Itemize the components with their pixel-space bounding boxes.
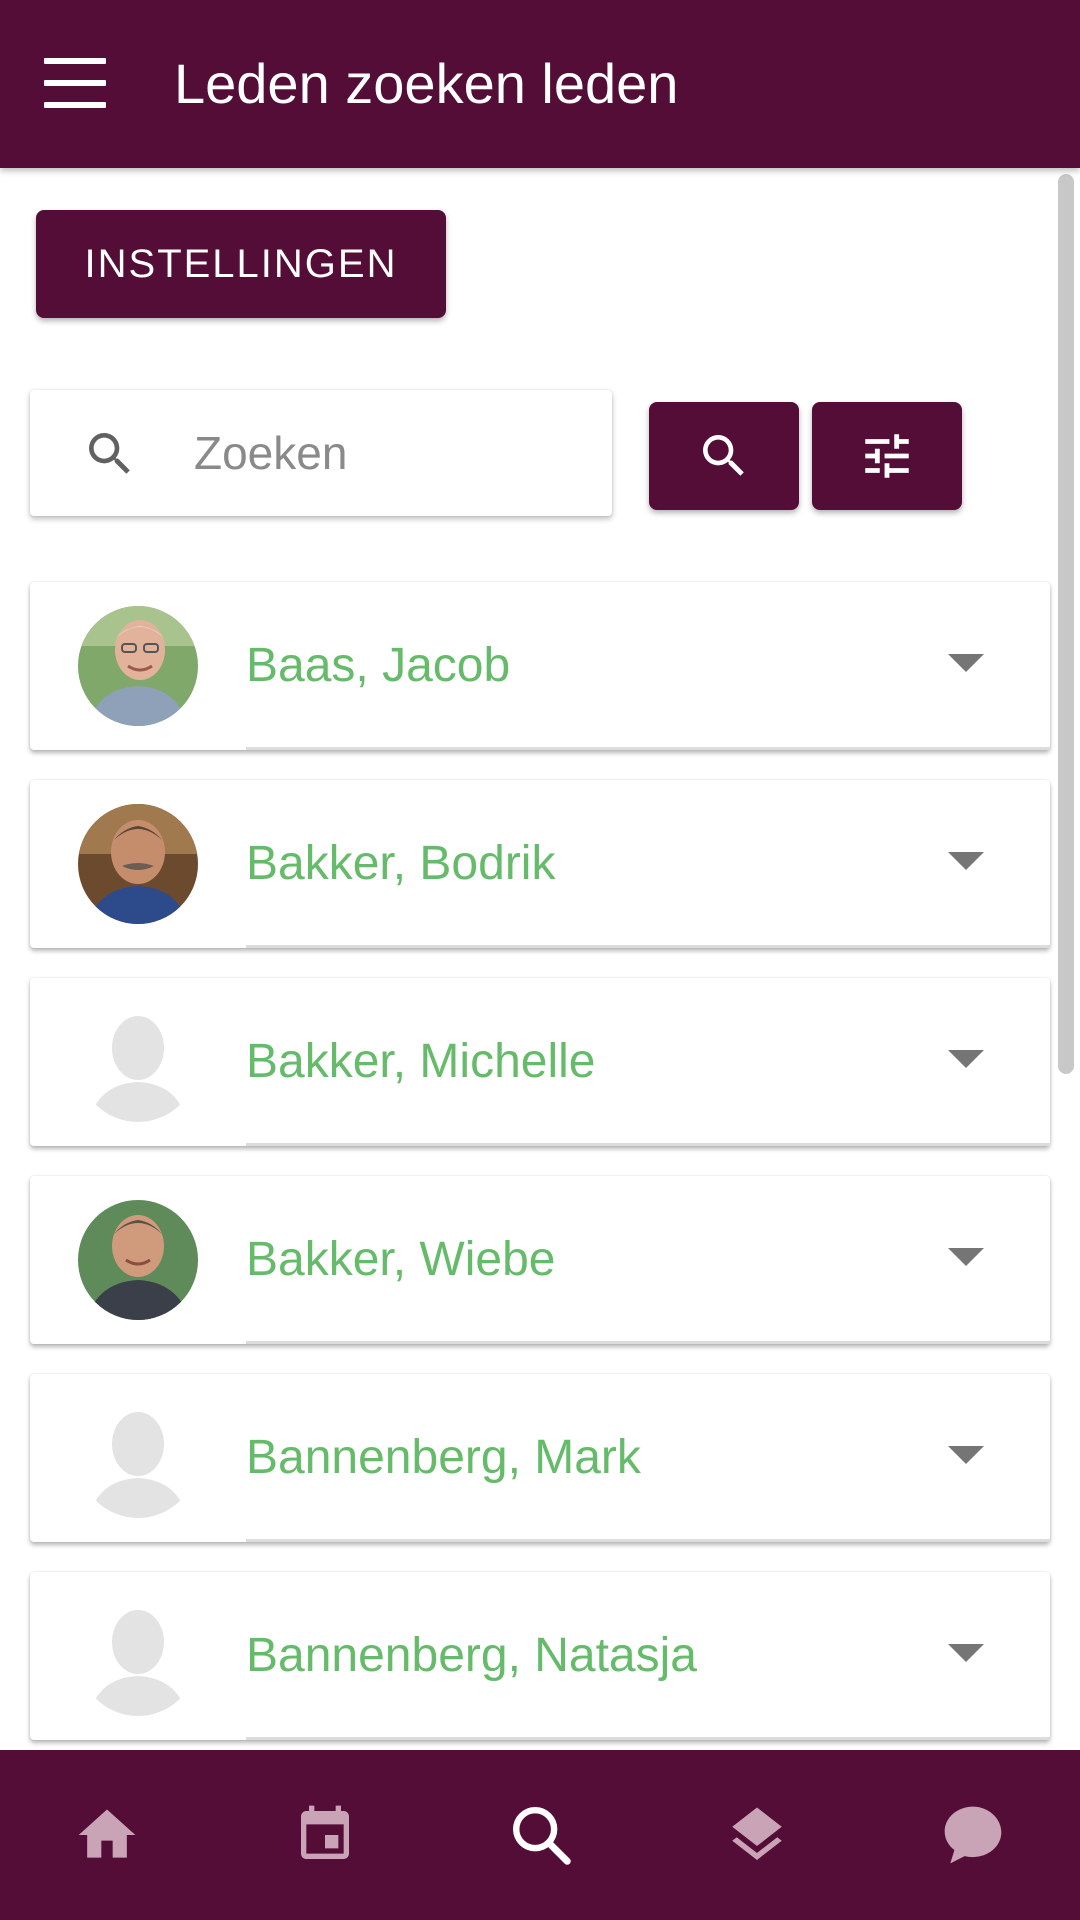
avatar [78, 1398, 198, 1518]
avatar [78, 1200, 198, 1320]
tune-icon [865, 434, 909, 478]
member-card[interactable]: Bakker, Michelle [30, 978, 1050, 1146]
nav-search[interactable] [496, 1790, 586, 1880]
nav-calendar[interactable] [280, 1790, 370, 1880]
card-divider [246, 945, 1050, 948]
expand-chevron-icon[interactable] [948, 1050, 984, 1068]
avatar [78, 606, 198, 726]
scrollbar-thumb[interactable] [1058, 174, 1074, 1074]
page-title: Leden zoeken leden [174, 52, 679, 115]
nav-chat[interactable] [928, 1790, 1018, 1880]
search-icon [513, 1807, 571, 1865]
search-input[interactable] [194, 418, 584, 488]
member-card[interactable]: Bannenberg, Mark [30, 1374, 1050, 1542]
avatar [78, 1596, 198, 1716]
card-divider [246, 1143, 1050, 1146]
member-card[interactable]: Baas, Jacob [30, 582, 1050, 750]
member-card[interactable]: Bakker, Wiebe [30, 1176, 1050, 1344]
card-divider [246, 1539, 1050, 1542]
member-name: Bakker, Michelle [246, 1035, 596, 1088]
main-content[interactable]: INSTELLINGEN Zoeken Baas, Jacob Bakker, … [0, 168, 1080, 1750]
search-icon [703, 435, 744, 476]
home-icon [78, 1809, 136, 1858]
hamburger-menu-icon[interactable] [44, 58, 106, 108]
expand-chevron-icon[interactable] [948, 1248, 984, 1266]
member-name: Baas, Jacob [246, 639, 511, 692]
expand-chevron-icon[interactable] [948, 654, 984, 672]
filter-button[interactable] [812, 402, 962, 510]
chat-icon [944, 1806, 1002, 1864]
member-name: Bakker, Wiebe [246, 1233, 556, 1286]
nav-home[interactable] [62, 1790, 152, 1880]
card-divider [246, 1737, 1050, 1740]
member-card[interactable]: Bakker, Bodrik [30, 780, 1050, 948]
card-divider [246, 1341, 1050, 1344]
member-name: Bannenberg, Natasja [246, 1629, 697, 1682]
card-divider [246, 747, 1050, 750]
layers-icon [732, 1807, 782, 1860]
search-icon [89, 433, 130, 474]
member-name: Bakker, Bodrik [246, 837, 556, 890]
top-app-bar: Leden zoeken leden [0, 0, 1080, 168]
bottom-navigation [0, 1750, 1080, 1920]
avatar [78, 1002, 198, 1122]
member-name: Bannenberg, Mark [246, 1431, 641, 1484]
expand-chevron-icon[interactable] [948, 852, 984, 870]
search-field[interactable] [30, 390, 612, 516]
expand-chevron-icon[interactable] [948, 1644, 984, 1662]
member-card[interactable]: Bannenberg, Natasja [30, 1572, 1050, 1740]
nav-layers[interactable] [712, 1790, 802, 1880]
calendar-icon [301, 1805, 349, 1859]
settings-button[interactable]: INSTELLINGEN [36, 210, 446, 318]
expand-chevron-icon[interactable] [948, 1446, 984, 1464]
scrollbar[interactable] [1058, 174, 1074, 1744]
app-root: Leden zoeken leden INSTELLINGEN Zoeken B… [0, 0, 1080, 1920]
avatar [78, 804, 198, 924]
search-button[interactable] [649, 402, 799, 510]
